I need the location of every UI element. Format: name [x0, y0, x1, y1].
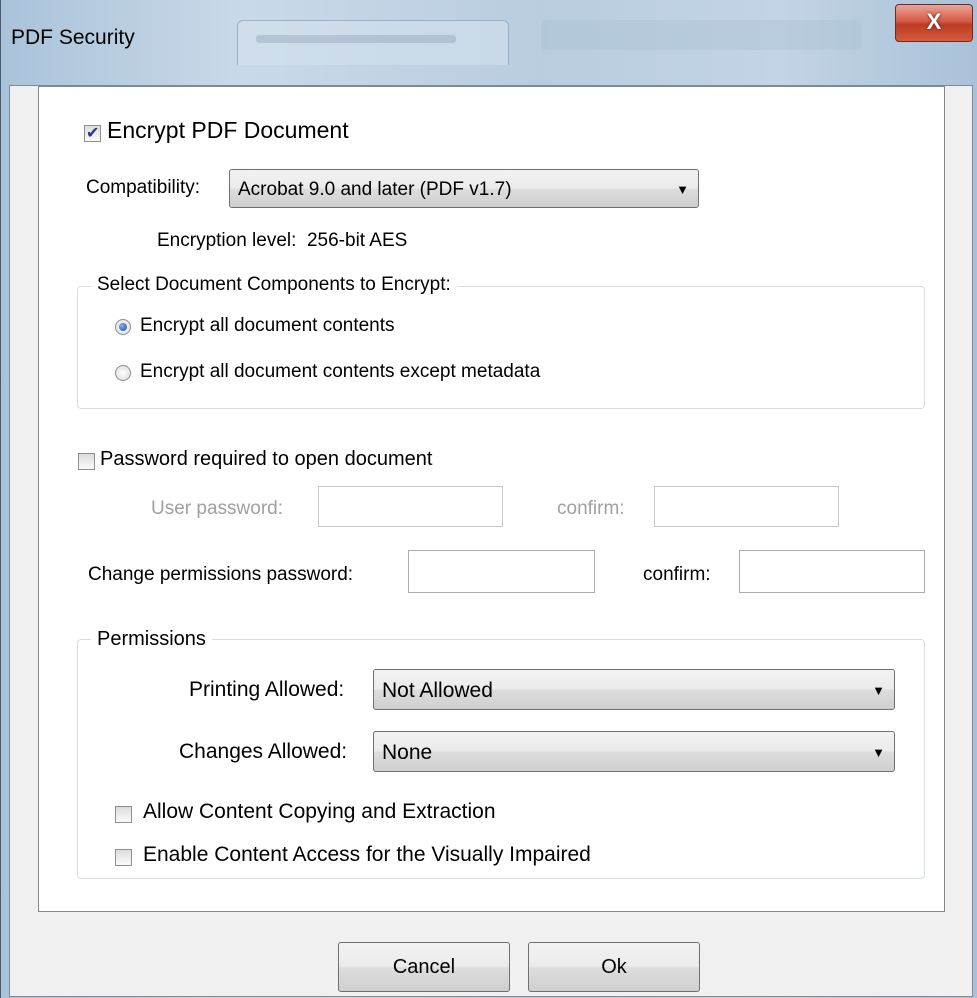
radio-encrypt-except-metadata-label: Encrypt all document contents except met… — [140, 361, 541, 382]
compatibility-label: Compatibility: — [86, 177, 201, 198]
radio-encrypt-all-label: Encrypt all document contents — [140, 315, 395, 336]
visually-impaired-access-label: Enable Content Access for the Visually I… — [143, 843, 591, 866]
pdf-security-dialog: PDF Security X Encrypt PDF Document Comp… — [0, 0, 977, 998]
permissions-password-label: Change permissions password: — [88, 564, 354, 585]
changes-allowed-label: Changes Allowed: — [179, 740, 348, 763]
require-open-password-label: Password required to open document — [100, 448, 433, 470]
require-open-password-checkbox[interactable] — [78, 453, 95, 470]
permissions-legend: Permissions — [91, 628, 212, 651]
components-group — [77, 286, 925, 409]
changes-allowed-dropdown[interactable]: None ▼ — [373, 731, 895, 772]
user-password-confirm-label: confirm: — [557, 498, 625, 519]
permissions-password-input[interactable] — [408, 550, 595, 593]
printing-allowed-dropdown[interactable]: Not Allowed ▼ — [373, 669, 895, 710]
user-password-confirm-input[interactable] — [654, 486, 839, 527]
chevron-down-icon: ▼ — [872, 683, 885, 698]
title-bar[interactable]: PDF Security X — [1, 0, 977, 84]
ok-button[interactable]: Ok — [528, 942, 700, 992]
allow-copying-checkbox[interactable] — [115, 806, 132, 823]
printing-allowed-value: Not Allowed — [382, 679, 493, 702]
chevron-down-icon: ▼ — [676, 182, 689, 197]
radio-encrypt-except-metadata[interactable] — [115, 365, 131, 381]
user-password-input[interactable] — [318, 486, 503, 527]
settings-panel: Encrypt PDF Document Compatibility: Acro… — [38, 86, 945, 912]
encryption-level-label: Encryption level: 256-bit AES — [157, 230, 408, 251]
visually-impaired-access-checkbox[interactable] — [115, 849, 132, 866]
cancel-button[interactable]: Cancel — [338, 942, 510, 992]
radio-encrypt-all[interactable] — [115, 319, 131, 335]
compatibility-dropdown[interactable]: Acrobat 9.0 and later (PDF v1.7) ▼ — [229, 169, 699, 208]
changes-allowed-value: None — [382, 741, 433, 764]
permissions-password-confirm-label: confirm: — [643, 564, 711, 585]
encrypt-pdf-checkbox[interactable] — [84, 123, 101, 143]
user-password-label: User password: — [151, 498, 283, 519]
close-icon: X — [926, 9, 942, 34]
background-window-strip — [541, 20, 861, 50]
permissions-password-confirm-input[interactable] — [739, 550, 925, 593]
chevron-down-icon: ▼ — [872, 745, 885, 760]
components-legend: Select Document Components to Encrypt: — [91, 274, 457, 296]
allow-copying-label: Allow Content Copying and Extraction — [143, 800, 496, 823]
encrypt-pdf-label: Encrypt PDF Document — [107, 117, 349, 143]
encryption-level-value: 256-bit AES — [306, 230, 408, 251]
compatibility-value: Acrobat 9.0 and later (PDF v1.7) — [238, 179, 512, 200]
printing-allowed-label: Printing Allowed: — [189, 678, 345, 701]
dialog-body: Encrypt PDF Document Compatibility: Acro… — [9, 85, 973, 997]
window-title: PDF Security — [11, 26, 135, 49]
background-window-tab — [237, 20, 509, 65]
close-button[interactable]: X — [895, 4, 973, 42]
